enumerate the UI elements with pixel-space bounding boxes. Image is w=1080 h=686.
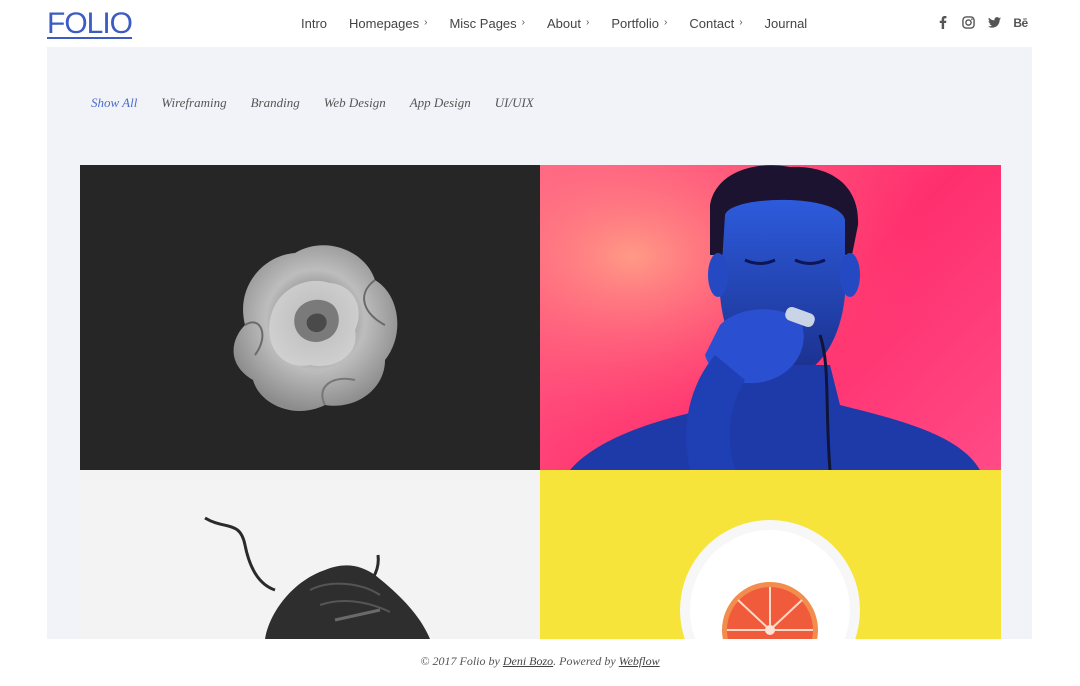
social-links: Bē — [924, 15, 1028, 30]
chevron-right-icon: › — [424, 17, 428, 28]
portfolio-tile-grapefruit[interactable] — [540, 470, 1001, 639]
nav-item-journal[interactable]: Journal — [765, 16, 808, 31]
filter-ui-uix[interactable]: UI/UIX — [495, 95, 534, 111]
logo[interactable]: FOLIO — [47, 7, 133, 41]
nav-item-label: Journal — [764, 16, 808, 31]
chevron-right-icon: › — [586, 17, 590, 28]
sneaker-image — [204, 516, 430, 639]
nav-item-label: Contact — [689, 16, 735, 31]
instagram-icon[interactable] — [961, 15, 976, 30]
facebook-icon[interactable] — [935, 15, 950, 30]
singer-image — [540, 165, 1001, 470]
nav-item-label: Intro — [301, 16, 328, 31]
filter-show-all[interactable]: Show All — [91, 95, 137, 111]
filter-wireframing[interactable]: Wireframing — [161, 95, 226, 111]
filter-web-design[interactable]: Web Design — [324, 95, 386, 111]
nav-item-portfolio[interactable]: Portfolio › — [611, 16, 667, 31]
filter-app-design[interactable]: App Design — [410, 95, 471, 111]
nav-item-label: Portfolio — [611, 16, 660, 31]
chevron-right-icon: › — [739, 17, 743, 28]
nav-item-intro[interactable]: Intro — [301, 16, 327, 31]
portfolio-filters: Show All Wireframing Branding Web Design… — [91, 95, 558, 111]
webflow-link[interactable]: Webflow — [619, 654, 660, 668]
portfolio-tile-singer[interactable] — [540, 165, 1001, 470]
behance-icon[interactable]: Bē — [1013, 15, 1028, 30]
chevron-right-icon: › — [521, 17, 526, 28]
site-header: FOLIO Intro Homepages › Misc Pages › Abo… — [0, 0, 1080, 47]
portfolio-panel: Show All Wireframing Branding Web Design… — [47, 47, 1032, 639]
footer-powered: . Powered by — [553, 654, 619, 668]
nav-item-about[interactable]: About › — [547, 16, 589, 31]
nav-item-contact[interactable]: Contact › — [689, 16, 742, 31]
author-link[interactable]: Deni Bozo — [503, 654, 553, 668]
portfolio-grid — [80, 165, 1001, 639]
twitter-icon[interactable] — [987, 15, 1002, 30]
grapefruit-image — [680, 520, 860, 639]
main-nav: Intro Homepages › Misc Pages › About › P… — [301, 16, 829, 31]
footer-copyright: © 2017 Folio by — [420, 654, 503, 668]
portfolio-tile-rose[interactable] — [80, 165, 540, 470]
rose-image — [233, 245, 398, 411]
nav-item-label: Homepages — [349, 16, 420, 31]
site-footer: © 2017 Folio by Deni Bozo. Powered by We… — [0, 654, 1080, 669]
nav-item-misc-pages[interactable]: Misc Pages › — [449, 16, 525, 31]
chevron-right-icon: › — [664, 17, 668, 28]
filter-branding[interactable]: Branding — [251, 95, 300, 111]
portfolio-tile-sneaker[interactable] — [80, 470, 540, 639]
nav-item-label: Misc Pages — [449, 16, 517, 31]
nav-item-label: About — [547, 16, 581, 31]
nav-item-homepages[interactable]: Homepages › — [349, 16, 427, 31]
